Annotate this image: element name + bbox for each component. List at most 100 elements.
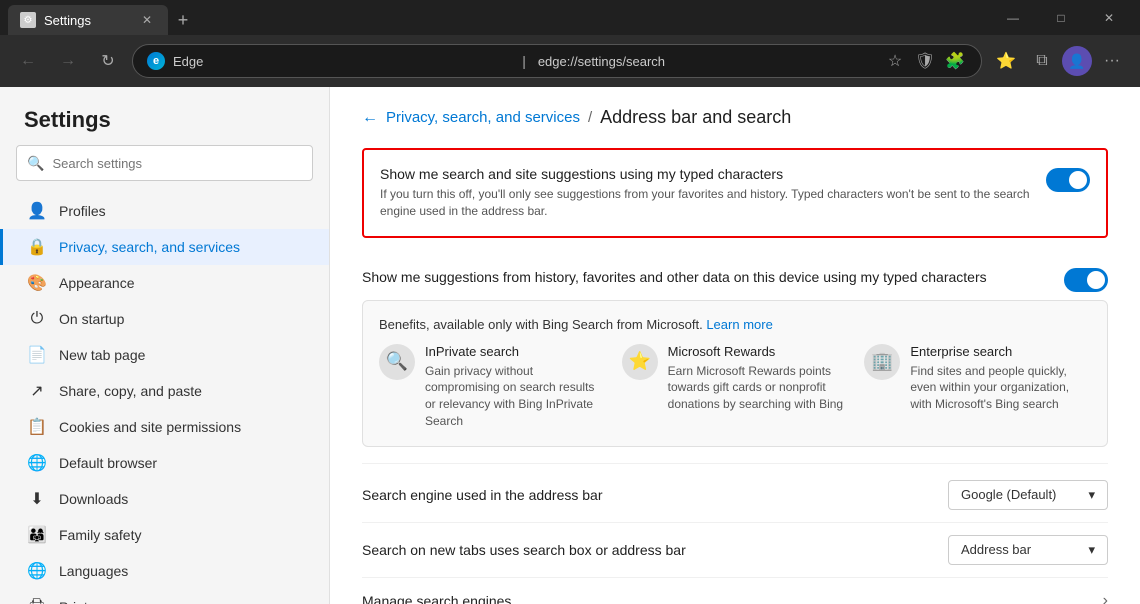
collections-icon[interactable]: ⭐ bbox=[990, 45, 1022, 77]
printers-icon: 🖨 bbox=[27, 597, 47, 604]
search-engine-value: Google (Default) bbox=[961, 487, 1056, 502]
toggle1-content: Show me search and site suggestions usin… bbox=[380, 166, 1030, 220]
downloads-icon: ⬇ bbox=[27, 489, 47, 509]
sidebar-title: Settings bbox=[0, 87, 329, 145]
benefit-item-0: 🔍 InPrivate search Gain privacy without … bbox=[379, 344, 606, 430]
cookies-icon: 📋 bbox=[27, 417, 47, 437]
content-area: ← Privacy, search, and services / Addres… bbox=[330, 87, 1140, 604]
newtab-label: New tab page bbox=[59, 347, 145, 363]
sidebar-item-languages[interactable]: 🌐 Languages bbox=[0, 553, 329, 589]
profiles-label: Profiles bbox=[59, 203, 106, 219]
toggle2-title: Show me suggestions from history, favori… bbox=[362, 269, 1064, 285]
sidebar-item-share[interactable]: ↗ Share, copy, and paste bbox=[0, 373, 329, 409]
benefit-title-1: Microsoft Rewards bbox=[668, 344, 849, 359]
search-tabs-dropdown[interactable]: Address bar ▾ bbox=[948, 535, 1108, 565]
shield-icon[interactable]: 🛡 bbox=[913, 49, 937, 73]
sidebar-item-startup[interactable]: ⏻ On startup bbox=[0, 301, 329, 337]
manage-chevron: › bbox=[1103, 592, 1108, 604]
sidebar: Settings 🔍 👤 Profiles 🔒 Privacy, search,… bbox=[0, 87, 330, 604]
sidebar-item-default[interactable]: 🌐 Default browser bbox=[0, 445, 329, 481]
benefit-title-2: Enterprise search bbox=[910, 344, 1091, 359]
sidebar-item-newtab[interactable]: 📄 New tab page bbox=[0, 337, 329, 373]
benefits-box: Benefits, available only with Bing Searc… bbox=[362, 300, 1108, 447]
title-bar: ⚙ Settings ✕ + — □ ✕ bbox=[0, 0, 1140, 35]
search-engine-row: Search engine used in the address bar Go… bbox=[362, 468, 1108, 523]
active-tab[interactable]: ⚙ Settings ✕ bbox=[8, 5, 168, 35]
benefit-item-2: 🏢 Enterprise search Find sites and peopl… bbox=[864, 344, 1091, 430]
startup-icon: ⏻ bbox=[27, 309, 47, 329]
back-button[interactable]: ← bbox=[12, 45, 44, 77]
share-icon: ↗ bbox=[27, 381, 47, 401]
sidebar-item-family[interactable]: 👨‍👩‍👧 Family safety bbox=[0, 517, 329, 553]
benefit-desc-2: Find sites and people quickly, even with… bbox=[910, 363, 1091, 413]
tab-close-button[interactable]: ✕ bbox=[138, 11, 156, 29]
search-input[interactable] bbox=[52, 156, 302, 171]
close-button[interactable]: ✕ bbox=[1086, 0, 1132, 35]
dropdown-chevron: ▾ bbox=[1088, 487, 1095, 503]
address-bar: ← → ↻ e Edge | edge://settings/search ☆ … bbox=[0, 35, 1140, 87]
search-suggestions-box: Show me search and site suggestions usin… bbox=[362, 148, 1108, 238]
toolbar-icons: ⭐ ⧉ 👤 ··· bbox=[990, 45, 1128, 77]
refresh-button[interactable]: ↻ bbox=[92, 45, 124, 77]
search-engine-dropdown[interactable]: Google (Default) ▾ bbox=[948, 480, 1108, 510]
address-icons: ☆ 🛡 🧩 bbox=[883, 49, 967, 73]
search-tabs-label: Search on new tabs uses search box or ad… bbox=[362, 542, 686, 558]
family-icon: 👨‍👩‍👧 bbox=[27, 525, 47, 545]
toggle1-title: Show me search and site suggestions usin… bbox=[380, 166, 1030, 182]
breadcrumb-parent-link[interactable]: Privacy, search, and services bbox=[386, 109, 580, 126]
toggle2-switch[interactable] bbox=[1064, 268, 1108, 292]
more-options-icon[interactable]: ··· bbox=[1096, 45, 1128, 77]
toggle-row-2: Show me suggestions from history, favori… bbox=[362, 254, 1108, 300]
breadcrumb-back-arrow[interactable]: ← bbox=[362, 109, 378, 127]
languages-icon: 🌐 bbox=[27, 561, 47, 581]
toggle2-content: Show me suggestions from history, favori… bbox=[362, 269, 1064, 289]
address-input[interactable]: e Edge | edge://settings/search ☆ 🛡 🧩 bbox=[132, 44, 982, 78]
tab-area: ⚙ Settings ✕ + bbox=[8, 0, 198, 35]
appearance-icon: 🎨 bbox=[27, 273, 47, 293]
sidebar-item-appearance[interactable]: 🎨 Appearance bbox=[0, 265, 329, 301]
newtab-icon: 📄 bbox=[27, 345, 47, 365]
extension-icon[interactable]: 🧩 bbox=[943, 49, 967, 73]
star-icon[interactable]: ☆ bbox=[883, 49, 907, 73]
forward-button[interactable]: → bbox=[52, 45, 84, 77]
address-url: edge://settings/search bbox=[538, 54, 875, 69]
toggle1-desc: If you turn this off, you'll only see su… bbox=[380, 186, 1030, 220]
tab-favicon: ⚙ bbox=[20, 12, 36, 28]
search-engine-label: Search engine used in the address bar bbox=[362, 487, 603, 503]
profiles-icon: 👤 bbox=[27, 201, 47, 221]
default-label: Default browser bbox=[59, 455, 157, 471]
benefit-icon-0: 🔍 bbox=[379, 344, 415, 380]
address-separator: | bbox=[518, 53, 530, 69]
split-view-icon[interactable]: ⧉ bbox=[1026, 45, 1058, 77]
benefit-icon-2: 🏢 bbox=[864, 344, 900, 380]
maximize-button[interactable]: □ bbox=[1038, 0, 1084, 35]
cookies-label: Cookies and site permissions bbox=[59, 419, 241, 435]
sidebar-item-downloads[interactable]: ⬇ Downloads bbox=[0, 481, 329, 517]
benefits-grid: 🔍 InPrivate search Gain privacy without … bbox=[379, 344, 1091, 430]
window-controls: — □ ✕ bbox=[990, 0, 1132, 35]
minimize-button[interactable]: — bbox=[990, 0, 1036, 35]
search-box[interactable]: 🔍 bbox=[16, 145, 313, 181]
edge-logo: e bbox=[147, 52, 165, 70]
toggle-row-1: Show me search and site suggestions usin… bbox=[380, 166, 1090, 220]
benefit-title-0: InPrivate search bbox=[425, 344, 606, 359]
profile-avatar[interactable]: 👤 bbox=[1062, 46, 1092, 76]
breadcrumb-separator: / bbox=[588, 109, 592, 126]
tab-title: Settings bbox=[44, 13, 130, 28]
dropdown-chevron-2: ▾ bbox=[1088, 542, 1095, 558]
sidebar-item-profiles[interactable]: 👤 Profiles bbox=[0, 193, 329, 229]
manage-engines-label: Manage search engines bbox=[362, 593, 511, 604]
search-tabs-value: Address bar bbox=[961, 542, 1031, 557]
manage-engines-row[interactable]: Manage search engines › bbox=[362, 578, 1108, 604]
new-tab-button[interactable]: + bbox=[168, 5, 198, 35]
privacy-icon: 🔒 bbox=[27, 237, 47, 257]
benefit-icon-1: ⭐ bbox=[622, 344, 658, 380]
sidebar-item-privacy[interactable]: 🔒 Privacy, search, and services bbox=[0, 229, 329, 265]
learn-more-link[interactable]: Learn more bbox=[706, 317, 772, 332]
family-label: Family safety bbox=[59, 527, 141, 543]
benefit-item-1: ⭐ Microsoft Rewards Earn Microsoft Rewar… bbox=[622, 344, 849, 430]
toggle1-switch[interactable] bbox=[1046, 168, 1090, 192]
breadcrumb-current-page: Address bar and search bbox=[600, 107, 791, 128]
sidebar-item-printers[interactable]: 🖨 Printers bbox=[0, 589, 329, 604]
sidebar-item-cookies[interactable]: 📋 Cookies and site permissions bbox=[0, 409, 329, 445]
